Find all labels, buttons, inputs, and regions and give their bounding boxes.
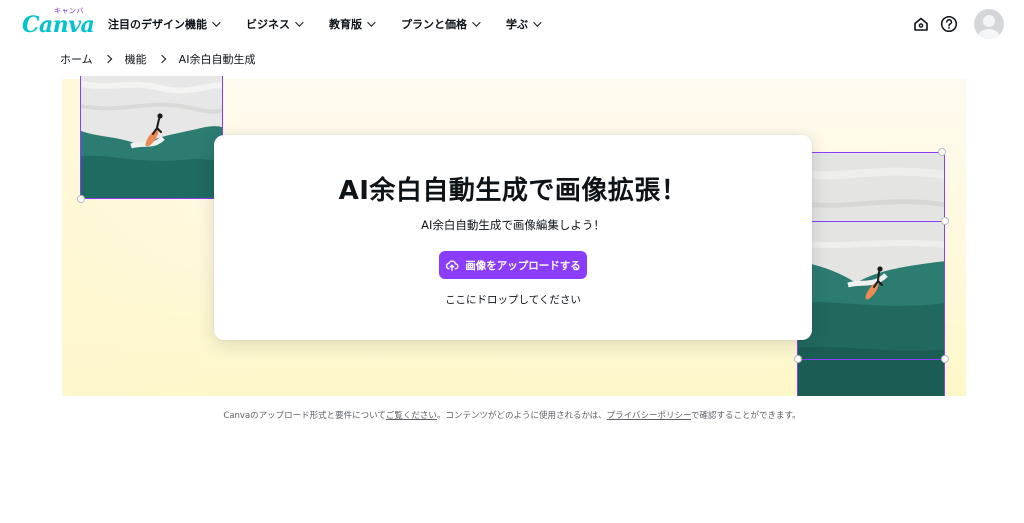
chevron-right-icon	[157, 54, 166, 64]
page-subtitle: AI余白自動生成で画像編集しよう！	[421, 218, 605, 232]
breadcrumb-current: AI余白自動生成	[178, 53, 256, 66]
main-nav: 注目のデザイン機能 ビジネス 教育版 プランと価格 学ぶ	[108, 16, 567, 32]
note-text-3: で確認することができます。	[690, 411, 801, 421]
upload-button-label: 画像をアップロードする	[465, 259, 581, 272]
resize-handle[interactable]	[941, 217, 949, 225]
nav-featured-label: 注目のデザイン機能	[108, 18, 207, 31]
nav-learn[interactable]: 学ぶ	[506, 16, 542, 32]
page-title: AI余白自動生成で画像拡張！	[338, 176, 688, 206]
chevron-down-icon	[367, 18, 376, 27]
breadcrumb-home[interactable]: ホーム	[60, 51, 93, 67]
chevron-down-icon	[533, 18, 542, 27]
selection-guide-bottom	[798, 359, 945, 360]
cloud-upload-icon	[446, 260, 459, 272]
nav-pricing-label: プランと価格	[401, 18, 467, 31]
sample-image-left	[80, 76, 223, 199]
nav-pricing[interactable]: プランと価格	[401, 16, 481, 32]
upload-requirements-note: Canvaのアップロード形式と要件についてご覧ください。コンテンツがどのように使…	[0, 409, 1024, 421]
canva-logo[interactable]: キャンバ Canva	[20, 4, 95, 40]
help-icon[interactable]	[939, 14, 959, 34]
nav-education-label: 教育版	[329, 18, 362, 31]
nav-learn-label: 学ぶ	[506, 18, 528, 31]
nav-business[interactable]: ビジネス	[246, 16, 304, 32]
upload-card: AI余白自動生成で画像拡張！ AI余白自動生成で画像編集しよう！ 画像をアップロ…	[214, 135, 812, 340]
avatar[interactable]	[974, 9, 1004, 39]
note-text-1: Canvaのアップロード形式と要件について	[223, 411, 386, 421]
nav-business-label: ビジネス	[246, 18, 290, 31]
privacy-policy-link[interactable]: プライバシーポリシー	[607, 411, 691, 421]
resize-handle[interactable]	[77, 195, 85, 203]
logo-wordmark: Canva	[22, 12, 95, 38]
nav-education[interactable]: 教育版	[329, 16, 376, 32]
chevron-down-icon	[472, 18, 481, 27]
top-header: キャンバ Canva 注目のデザイン機能 ビジネス 教育版 プランと価格 学ぶ	[0, 0, 1024, 48]
upload-image-button[interactable]: 画像をアップロードする	[439, 251, 587, 279]
selection-guide-top	[798, 221, 945, 222]
resize-handle[interactable]	[941, 355, 949, 363]
home-icon[interactable]	[911, 14, 931, 34]
chevron-down-icon	[212, 18, 221, 27]
breadcrumb-features[interactable]: 機能	[125, 51, 147, 67]
resize-handle[interactable]	[938, 148, 946, 156]
resize-handle[interactable]	[794, 355, 802, 363]
nav-featured[interactable]: 注目のデザイン機能	[108, 16, 221, 32]
chevron-down-icon	[295, 18, 304, 27]
chevron-right-icon	[103, 54, 112, 64]
note-text-2: 。コンテンツがどのように使用されるかは、	[436, 411, 607, 421]
breadcrumb: ホーム 機能 AI余白自動生成	[60, 51, 255, 67]
requirements-link[interactable]: ご覧ください	[386, 411, 437, 421]
drop-zone-hint: ここにドロップしてください	[445, 294, 581, 306]
